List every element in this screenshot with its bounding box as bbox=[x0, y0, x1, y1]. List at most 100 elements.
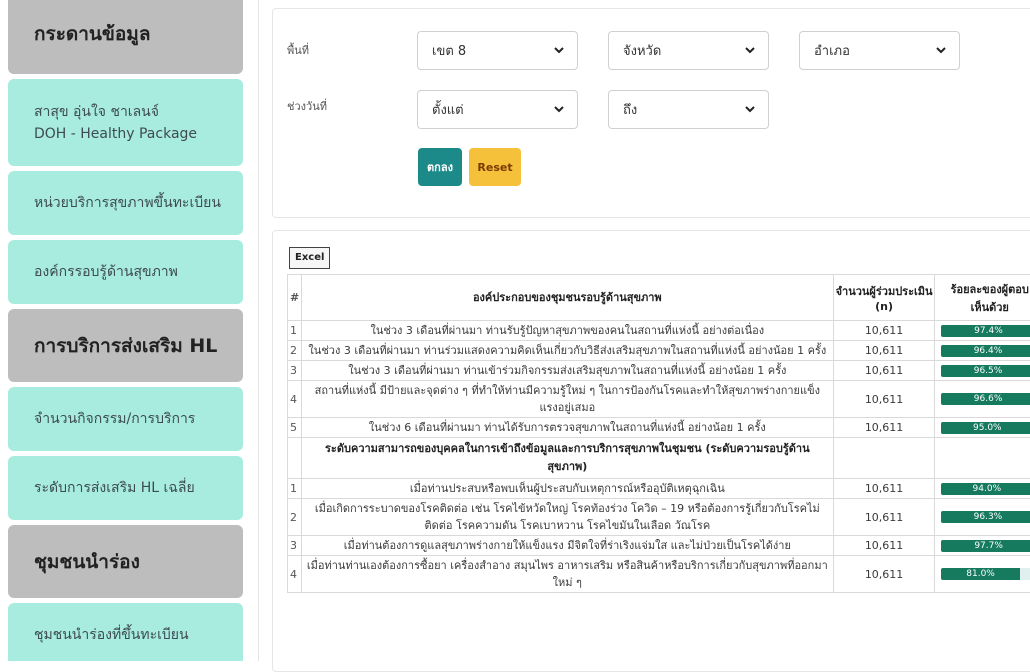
table-section: ระดับความสามารถของบุคคลในการเข้าถึงข้อมู… bbox=[288, 438, 1030, 479]
progress-bar: 97.7% bbox=[941, 540, 1030, 552]
progress-track: 96.3% bbox=[941, 511, 1030, 523]
filter-panel: พื้นที่ ช่วงวันที่ เขต 8 จังหวัด อำเภอ ต… bbox=[272, 8, 1030, 218]
table-row: 4เมื่อท่านท่านเองต้องการซื้อยา เครื่องสำ… bbox=[288, 556, 1030, 593]
progress-track: 97.7% bbox=[941, 540, 1030, 552]
progress-track: 96.6% bbox=[941, 393, 1030, 405]
reset-button[interactable]: Reset bbox=[469, 148, 521, 186]
progress-track: 96.5% bbox=[941, 365, 1030, 377]
sidebar-item-activity-count[interactable]: จำนวนกิจกรรม/การบริการ bbox=[8, 387, 243, 451]
progress-bar: 96.3% bbox=[941, 511, 1030, 523]
table-row: 2ในช่วง 3 เดือนที่ผ่านมา ท่านร่วมแสดงควา… bbox=[288, 341, 1030, 361]
chevron-down-icon bbox=[935, 44, 947, 56]
sidebar-head-dashboard[interactable]: กระดานข้อมูล bbox=[8, 0, 243, 74]
sidebar-item-label: ระดับการส่งเสริม HL เฉลี่ย bbox=[34, 477, 195, 499]
section-header-row: ระดับความสามารถของบุคคลในการเข้าถึงข้อมู… bbox=[288, 438, 1030, 479]
date-to-select[interactable]: ถึง bbox=[608, 90, 769, 129]
row-percent-cell: 97.7% bbox=[935, 536, 1030, 556]
progress-bar: 81.0% bbox=[941, 568, 1019, 580]
sidebar-item-label: ชุมชนนำร่องที่ขึ้นทะเบียน bbox=[34, 624, 189, 646]
row-percent-cell: 94.0% bbox=[935, 479, 1030, 499]
date-range-label: ช่วงวันที่ bbox=[287, 97, 327, 115]
table-row: 1ในช่วง 3 เดือนที่ผ่านมา ท่านรับรู้ปัญหา… bbox=[288, 321, 1030, 341]
sidebar-item-healthy-package[interactable]: สาสุข อุ่นใจ ชาเลนจ์ DOH - Healthy Packa… bbox=[8, 79, 243, 166]
results-table: # องค์ประกอบของชุมชนรอบรู้ด้านสุขภาพ จำน… bbox=[287, 274, 1030, 593]
progress-bar: 94.0% bbox=[941, 483, 1030, 495]
sidebar-item-hl-average[interactable]: ระดับการส่งเสริม HL เฉลี่ย bbox=[8, 456, 243, 520]
progress-bar: 97.4% bbox=[941, 325, 1030, 337]
progress-track: 95.0% bbox=[941, 422, 1030, 434]
column-header-count: จำนวนผู้ร่วมประเมิน (n) bbox=[833, 275, 935, 321]
sidebar-item-label: สาสุข อุ่นใจ ชาเลนจ์ bbox=[34, 104, 159, 120]
row-count: 10,611 bbox=[833, 479, 935, 499]
row-number: 4 bbox=[288, 556, 302, 593]
row-count: 10,611 bbox=[833, 556, 935, 593]
sidebar-head-hl-services[interactable]: การบริการส่งเสริม HL bbox=[8, 309, 243, 382]
submit-button[interactable]: ตกลง bbox=[418, 148, 462, 186]
district-select-value: อำเภอ bbox=[814, 40, 850, 61]
sidebar-head-pilot-community[interactable]: ชุมชนนำร่อง bbox=[8, 525, 243, 598]
progress-track: 94.0% bbox=[941, 483, 1030, 495]
sidebar-item-sublabel: DOH - Healthy Package bbox=[34, 126, 197, 142]
progress-bar: 95.0% bbox=[941, 422, 1030, 434]
province-select[interactable]: จังหวัด bbox=[608, 31, 769, 70]
column-header-percent: ร้อยละของผู้ตอบเห็นด้วย bbox=[935, 275, 1030, 321]
row-component-text: เมื่อท่านท่านเองต้องการซื้อยา เครื่องสำอ… bbox=[301, 556, 833, 593]
sidebar-item-label: จำนวนกิจกรรม/การบริการ bbox=[34, 408, 195, 430]
table-header-row: # องค์ประกอบของชุมชนรอบรู้ด้านสุขภาพ จำน… bbox=[288, 275, 1030, 321]
row-number: 2 bbox=[288, 341, 302, 361]
row-count: 10,611 bbox=[833, 536, 935, 556]
sidebar-head-label: ชุมชนนำร่อง bbox=[34, 547, 140, 577]
sidebar-item-health-literate-org[interactable]: องค์กรรอบรู้ด้านสุขภาพ bbox=[8, 240, 243, 304]
row-component-text: เมื่อท่านต้องการดูแลสุขภาพร่างกายให้แข็ง… bbox=[301, 536, 833, 556]
progress-track: 81.0% bbox=[941, 568, 1030, 580]
progress-bar: 96.5% bbox=[941, 365, 1030, 377]
row-percent-cell: 96.5% bbox=[935, 361, 1030, 381]
row-percent-cell: 96.4% bbox=[935, 341, 1030, 361]
area-label: พื้นที่ bbox=[287, 41, 309, 59]
chevron-down-icon bbox=[553, 44, 565, 56]
zone-select[interactable]: เขต 8 bbox=[417, 31, 578, 70]
row-number: 2 bbox=[288, 499, 302, 536]
chevron-down-icon bbox=[744, 44, 756, 56]
progress-bar: 96.4% bbox=[941, 345, 1030, 357]
row-component-text: สถานที่แห่งนี้ มีป้ายและจุดต่าง ๆ ที่ทำใ… bbox=[301, 381, 833, 418]
sidebar-item-registered-pilot[interactable]: ชุมชนนำร่องที่ขึ้นทะเบียน bbox=[8, 603, 243, 661]
row-number: 3 bbox=[288, 536, 302, 556]
progress-track: 97.4% bbox=[941, 325, 1030, 337]
table-row: 3เมื่อท่านต้องการดูแลสุขภาพร่างกายให้แข็… bbox=[288, 536, 1030, 556]
row-percent-cell: 96.6% bbox=[935, 381, 1030, 418]
section-empty-cell bbox=[833, 438, 935, 479]
row-percent-cell: 95.0% bbox=[935, 418, 1030, 438]
table-row: 1เมื่อท่านประสบหรือพบเห็นผู้ประสบกับเหตุ… bbox=[288, 479, 1030, 499]
row-percent-cell: 97.4% bbox=[935, 321, 1030, 341]
column-header-component: องค์ประกอบของชุมชนรอบรู้ด้านสุขภาพ bbox=[301, 275, 833, 321]
row-percent-cell: 96.3% bbox=[935, 499, 1030, 536]
row-component-text: เมื่อเกิดการระบาดของโรคติดต่อ เช่น โรคไข… bbox=[301, 499, 833, 536]
row-count: 10,611 bbox=[833, 499, 935, 536]
sidebar: กระดานข้อมูล สาสุข อุ่นใจ ชาเลนจ์ DOH - … bbox=[0, 0, 258, 661]
date-from-value: ตั้งแต่ bbox=[432, 99, 464, 120]
section-num-cell bbox=[288, 438, 302, 479]
table-row: 5ในช่วง 6 เดือนที่ผ่านมา ท่านได้รับการตร… bbox=[288, 418, 1030, 438]
excel-export-button[interactable]: Excel bbox=[289, 247, 330, 269]
row-count: 10,611 bbox=[833, 361, 935, 381]
results-panel: Excel # องค์ประกอบของชุมชนรอบรู้ด้านสุขภ… bbox=[272, 230, 1030, 672]
row-percent-cell: 81.0% bbox=[935, 556, 1030, 593]
province-select-value: จังหวัด bbox=[623, 40, 661, 61]
sidebar-head-label: กระดานข้อมูล bbox=[34, 19, 150, 49]
date-from-select[interactable]: ตั้งแต่ bbox=[417, 90, 578, 129]
row-number: 5 bbox=[288, 418, 302, 438]
table-row: 4สถานที่แห่งนี้ มีป้ายและจุดต่าง ๆ ที่ทำ… bbox=[288, 381, 1030, 418]
row-component-text: ในช่วง 6 เดือนที่ผ่านมา ท่านได้รับการตรว… bbox=[301, 418, 833, 438]
row-count: 10,611 bbox=[833, 321, 935, 341]
district-select[interactable]: อำเภอ bbox=[799, 31, 960, 70]
sidebar-item-registered-units[interactable]: หน่วยบริการสุขภาพขึ้นทะเบียน bbox=[8, 171, 243, 235]
row-count: 10,611 bbox=[833, 381, 935, 418]
row-component-text: ในช่วง 3 เดือนที่ผ่านมา ท่านร่วมแสดงความ… bbox=[301, 341, 833, 361]
chevron-down-icon bbox=[744, 103, 756, 115]
row-count: 10,611 bbox=[833, 341, 935, 361]
table-body: 1ในช่วง 3 เดือนที่ผ่านมา ท่านรับรู้ปัญหา… bbox=[288, 321, 1030, 438]
sidebar-head-label: การบริการส่งเสริม HL bbox=[34, 331, 217, 361]
sidebar-item-label: หน่วยบริการสุขภาพขึ้นทะเบียน bbox=[34, 192, 221, 214]
date-to-value: ถึง bbox=[623, 99, 637, 120]
